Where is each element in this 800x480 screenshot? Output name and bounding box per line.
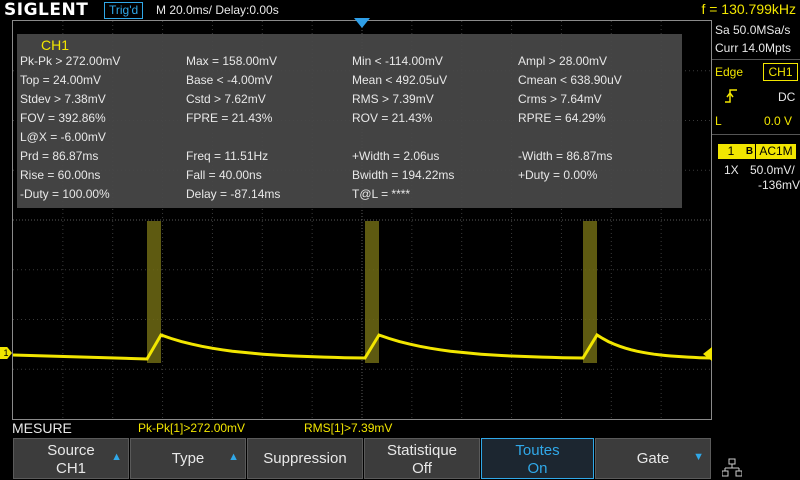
status-measurement-2: RMS[1]>7.39mV bbox=[304, 421, 393, 435]
menu-title: MESURE bbox=[12, 420, 72, 436]
all-measurements-softkey[interactable]: Toutes On bbox=[481, 438, 594, 479]
top-bar: SIGLENT Trig'd M 20.0ms/ Delay:0.00s f =… bbox=[0, 0, 800, 20]
measurement-value: ROV = 21.43% bbox=[352, 111, 433, 125]
trigger-source[interactable]: CH1 bbox=[763, 63, 798, 81]
status-bar: MESURE Pk-Pk[1]>272.00mV RMS[1]>7.39mV bbox=[0, 420, 800, 437]
trigger-position-marker[interactable] bbox=[354, 18, 370, 28]
measurement-value: FPRE = 21.43% bbox=[186, 111, 273, 125]
channel-offset[interactable]: -136mV bbox=[758, 178, 800, 192]
measurement-value: Pk-Pk > 272.00mV bbox=[20, 54, 121, 68]
ch1-ground-marker[interactable]: 1 bbox=[0, 347, 12, 359]
softkey-value: Off bbox=[412, 460, 432, 477]
suppression-softkey[interactable]: Suppression bbox=[247, 438, 363, 479]
pulse-envelope bbox=[583, 221, 597, 363]
softkey-label: Toutes bbox=[515, 442, 560, 459]
measurement-value: Crms > 7.64mV bbox=[518, 92, 602, 106]
statistics-softkey[interactable]: Statistique Off bbox=[364, 438, 480, 479]
measurement-channel-label: CH1 bbox=[41, 37, 70, 53]
measurement-value: Prd = 86.87ms bbox=[20, 149, 99, 163]
measurement-value: Cstd > 7.62mV bbox=[186, 92, 266, 106]
memory-depth: Curr 14.0Mpts bbox=[715, 41, 792, 55]
measurement-value: +Duty = 0.00% bbox=[518, 168, 598, 182]
divider bbox=[712, 134, 800, 135]
measurement-value: Ampl > 28.00mV bbox=[518, 54, 608, 68]
rising-edge-icon[interactable] bbox=[724, 88, 738, 107]
trigger-level-label: L bbox=[715, 114, 722, 128]
down-arrow-icon: ▼ bbox=[693, 451, 704, 463]
softkey-label: Statistique bbox=[386, 442, 458, 459]
bandwidth-limit-badge: B bbox=[744, 144, 755, 159]
measurement-value: RMS > 7.39mV bbox=[352, 92, 434, 106]
network-icon bbox=[722, 458, 742, 477]
softkey-menu: Source CH1 ▲ Type ▲ Suppression Statisti… bbox=[0, 437, 800, 480]
brand-logo: SIGLENT bbox=[4, 0, 89, 20]
type-softkey[interactable]: Type ▲ bbox=[130, 438, 246, 479]
measurement-value: Fall = 40.00ns bbox=[186, 168, 262, 182]
up-arrow-icon: ▲ bbox=[111, 451, 122, 463]
measurement-value: Top = 24.00mV bbox=[20, 73, 102, 87]
divider bbox=[712, 59, 800, 60]
measurement-value: T@L = **** bbox=[352, 187, 411, 201]
volts-per-div[interactable]: 50.0mV/ bbox=[750, 163, 795, 177]
measurement-value: -Width = 86.87ms bbox=[518, 149, 613, 163]
trigger-coupling[interactable]: DC bbox=[778, 90, 795, 104]
sample-rate: Sa 50.0MSa/s bbox=[715, 23, 791, 37]
softkey-label: Suppression bbox=[263, 450, 347, 467]
gate-softkey[interactable]: Gate ▼ bbox=[595, 438, 711, 479]
status-measurement-1: Pk-Pk[1]>272.00mV bbox=[138, 421, 246, 435]
up-arrow-icon: ▲ bbox=[228, 451, 239, 463]
trigger-level-value[interactable]: 0.0 V bbox=[764, 114, 792, 128]
trigger-level-marker[interactable] bbox=[703, 347, 712, 361]
frequency-counter: f = 130.799kHz bbox=[701, 1, 796, 17]
channel-coupling-badge[interactable]: AC1M bbox=[756, 144, 796, 159]
measurement-value: Mean < 492.05uV bbox=[352, 73, 448, 87]
softkey-value: On bbox=[527, 460, 548, 477]
right-info-panel: Sa 50.0MSa/s Curr 14.0Mpts Edge CH1 DC L… bbox=[712, 20, 800, 420]
measurement-value: Max = 158.00mV bbox=[186, 54, 278, 68]
measurement-value: Delay = -87.14ms bbox=[186, 187, 281, 201]
pulse-envelope bbox=[365, 221, 379, 363]
source-softkey[interactable]: Source CH1 ▲ bbox=[13, 438, 129, 479]
measurement-panel: CH1 Pk-Pk > 272.00mV Max = 158.00mV Min < … bbox=[17, 34, 682, 208]
measurement-value: Min < -114.00mV bbox=[352, 54, 443, 68]
probe-attenuation: 1X bbox=[724, 163, 739, 177]
trigger-status-badge: Trig'd bbox=[104, 2, 144, 19]
pulse-envelope bbox=[147, 221, 161, 363]
measurement-value: FOV = 392.86% bbox=[20, 111, 106, 125]
timebase-readout[interactable]: M 20.0ms/ Delay:0.00s bbox=[156, 3, 279, 17]
measurement-value: Bwidth = 194.22ms bbox=[352, 168, 455, 182]
measurement-value: Stdev > 7.38mV bbox=[20, 92, 106, 106]
measurement-value: Rise = 60.00ns bbox=[20, 168, 101, 182]
measurement-value: Freq = 11.51Hz bbox=[186, 149, 269, 163]
trigger-type[interactable]: Edge bbox=[715, 65, 743, 79]
measurement-value: L@X = -6.00mV bbox=[20, 130, 106, 144]
measurement-value: RPRE = 64.29% bbox=[518, 111, 606, 125]
measurement-value: +Width = 2.06us bbox=[352, 149, 440, 163]
measurement-value: -Duty = 100.00% bbox=[20, 187, 110, 201]
measurement-value: Cmean < 638.90uV bbox=[518, 73, 622, 87]
measurement-value: Base < -4.00mV bbox=[186, 73, 273, 87]
channel-number-badge[interactable]: 1 bbox=[718, 144, 744, 159]
